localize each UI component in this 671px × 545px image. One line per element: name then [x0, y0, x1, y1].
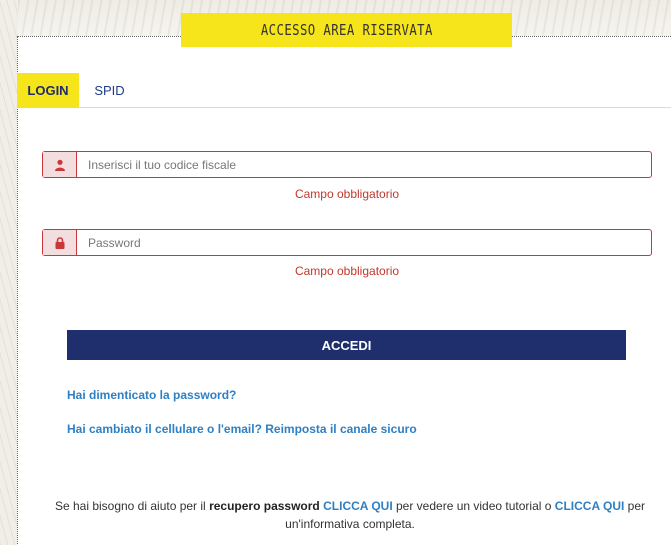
user-icon: [43, 152, 77, 177]
tab-login[interactable]: LOGIN: [17, 73, 79, 108]
tab-spid[interactable]: SPID: [87, 73, 132, 108]
page-title: ACCESSO AREA RISERVATA: [260, 21, 433, 39]
help-text: Se hai bisogno di aiuto per il recupero …: [30, 497, 670, 533]
password-error: Campo obbligatorio: [294, 264, 400, 278]
forgot-password-link[interactable]: Hai dimenticato la password?: [67, 388, 236, 402]
accedi-button[interactable]: ACCEDI: [67, 330, 626, 360]
password-input[interactable]: [77, 230, 651, 255]
help-text-part-2: per vedere un video tutorial o: [392, 499, 555, 513]
password-field: [42, 229, 652, 256]
codice-fiscale-field: [42, 151, 652, 178]
help-bold-recupero: recupero password: [209, 499, 320, 513]
help-text-part-1: Se hai bisogno di aiuto per il: [54, 499, 210, 513]
help-link-info[interactable]: CLICCA QUI: [555, 499, 625, 513]
tab-bar: LOGIN SPID: [17, 73, 671, 108]
login-panel: [17, 36, 671, 545]
title-banner: ACCESSO AREA RISERVATA: [181, 13, 512, 47]
reset-channel-link[interactable]: Hai cambiato il cellulare o l'email? Rei…: [67, 422, 417, 436]
decorative-background-left: [0, 0, 18, 545]
login-page: ACCESSO AREA RISERVATA LOGIN SPID Campo …: [0, 0, 671, 545]
help-link-video[interactable]: CLICCA QUI: [323, 499, 393, 513]
codice-fiscale-input[interactable]: [77, 152, 651, 177]
lock-icon: [43, 230, 77, 255]
codice-fiscale-error: Campo obbligatorio: [294, 187, 400, 201]
